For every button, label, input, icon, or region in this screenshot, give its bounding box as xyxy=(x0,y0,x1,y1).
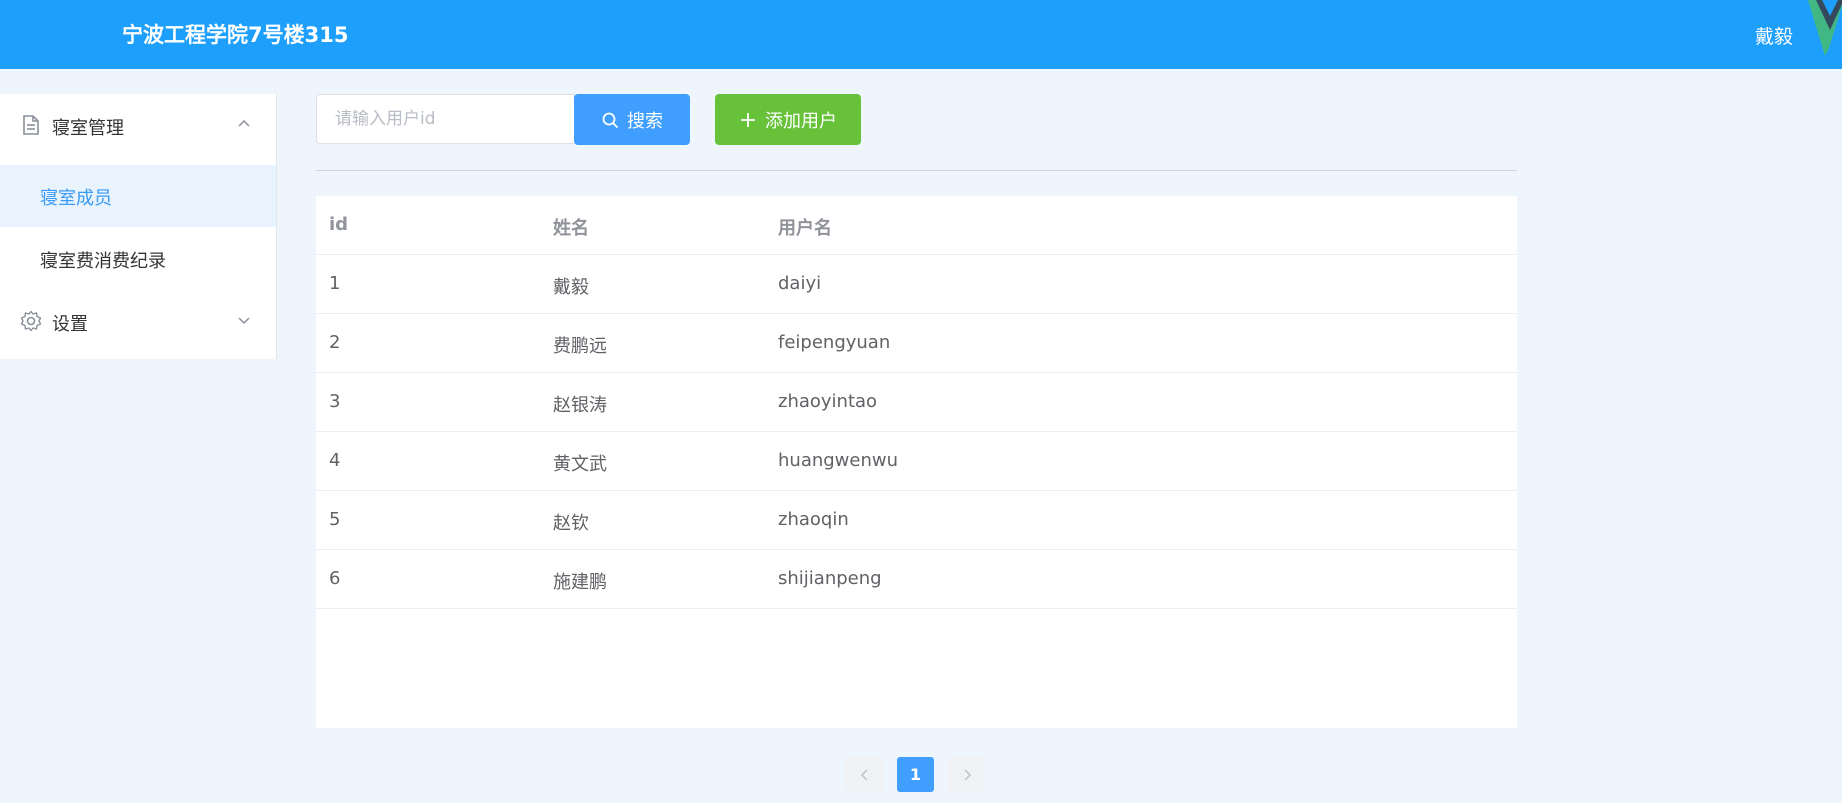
site-title: 宁波工程学院7号楼315 xyxy=(122,23,349,47)
vue-logo-icon xyxy=(1808,0,1842,56)
sidebar-item-label: 寝室费消费纪录 xyxy=(40,251,166,272)
cell-username: shijianpeng xyxy=(778,568,882,589)
table-row[interactable]: 3 赵银涛 zhaoyintao xyxy=(316,373,1517,432)
cell-username: zhaoqin xyxy=(778,509,849,530)
chevron-up-icon xyxy=(238,119,250,127)
sidebar-menu: 寝室管理 寝室成员 寝室费消费纪录 设置 xyxy=(0,94,277,359)
menu-group-dorm-management[interactable]: 寝室管理 xyxy=(0,94,276,156)
chevron-left-icon xyxy=(860,768,868,781)
sidebar-item-dorm-members[interactable]: 寝室成员 xyxy=(0,165,276,227)
cell-username: huangwenwu xyxy=(778,450,899,471)
cell-username: feipengyuan xyxy=(778,332,891,353)
add-user-button[interactable]: 添加用户 xyxy=(715,94,861,145)
cell-id: 6 xyxy=(329,568,341,589)
cell-name: 黄文武 xyxy=(553,454,607,475)
table-row[interactable]: 5 赵钦 zhaoqin xyxy=(316,491,1517,550)
top-header: 宁波工程学院7号楼315 戴毅 xyxy=(0,0,1842,69)
current-user-name[interactable]: 戴毅 xyxy=(1755,22,1793,49)
cell-id: 4 xyxy=(329,450,341,471)
divider xyxy=(316,170,1517,171)
sidebar-item-label: 寝室成员 xyxy=(40,188,112,209)
plus-icon xyxy=(741,112,755,127)
search-icon xyxy=(602,112,618,128)
column-header-username[interactable]: 用户名 xyxy=(778,214,832,240)
search-button[interactable]: 搜索 xyxy=(574,94,690,145)
table-row[interactable]: 1 戴毅 daiyi xyxy=(316,255,1517,314)
search-button-label: 搜索 xyxy=(627,110,663,132)
cell-username: daiyi xyxy=(778,273,822,294)
cell-id: 2 xyxy=(329,332,341,353)
table-row[interactable]: 2 费鹏远 feipengyuan xyxy=(316,314,1517,373)
gear-icon xyxy=(20,310,42,332)
cell-name: 赵钦 xyxy=(553,513,589,534)
cell-name: 费鹏远 xyxy=(553,336,607,357)
prev-page-button[interactable] xyxy=(846,757,883,792)
add-user-button-label: 添加用户 xyxy=(765,110,837,132)
menu-group-label: 寝室管理 xyxy=(52,118,124,139)
cell-name: 赵银涛 xyxy=(553,395,607,416)
next-page-button[interactable] xyxy=(948,757,985,792)
sidebar-item-dorm-fee-records[interactable]: 寝室费消费纪录 xyxy=(0,228,276,290)
document-icon xyxy=(23,115,39,135)
column-header-id[interactable]: id xyxy=(329,214,348,235)
user-id-search-input[interactable] xyxy=(316,94,575,144)
cell-username: zhaoyintao xyxy=(778,391,878,412)
table-row[interactable]: 6 施建鹏 shijianpeng xyxy=(316,550,1517,609)
cell-name: 施建鹏 xyxy=(553,572,607,593)
chevron-right-icon xyxy=(963,768,971,781)
page-number-button[interactable]: 1 xyxy=(897,757,934,792)
table-header-row: id 姓名 用户名 xyxy=(316,196,1517,255)
cell-name: 戴毅 xyxy=(553,277,589,298)
cell-id: 1 xyxy=(329,273,341,294)
menu-group-label: 设置 xyxy=(52,314,88,335)
table-row[interactable]: 4 黄文武 huangwenwu xyxy=(316,432,1517,491)
cell-id: 5 xyxy=(329,509,341,530)
user-table: id 姓名 用户名 1 戴毅 daiyi 2 费鹏远 feipengyuan 3… xyxy=(316,196,1517,728)
cell-id: 3 xyxy=(329,391,341,412)
chevron-down-icon xyxy=(238,317,250,325)
menu-group-settings[interactable]: 设置 xyxy=(0,290,276,352)
column-header-name[interactable]: 姓名 xyxy=(553,214,589,240)
